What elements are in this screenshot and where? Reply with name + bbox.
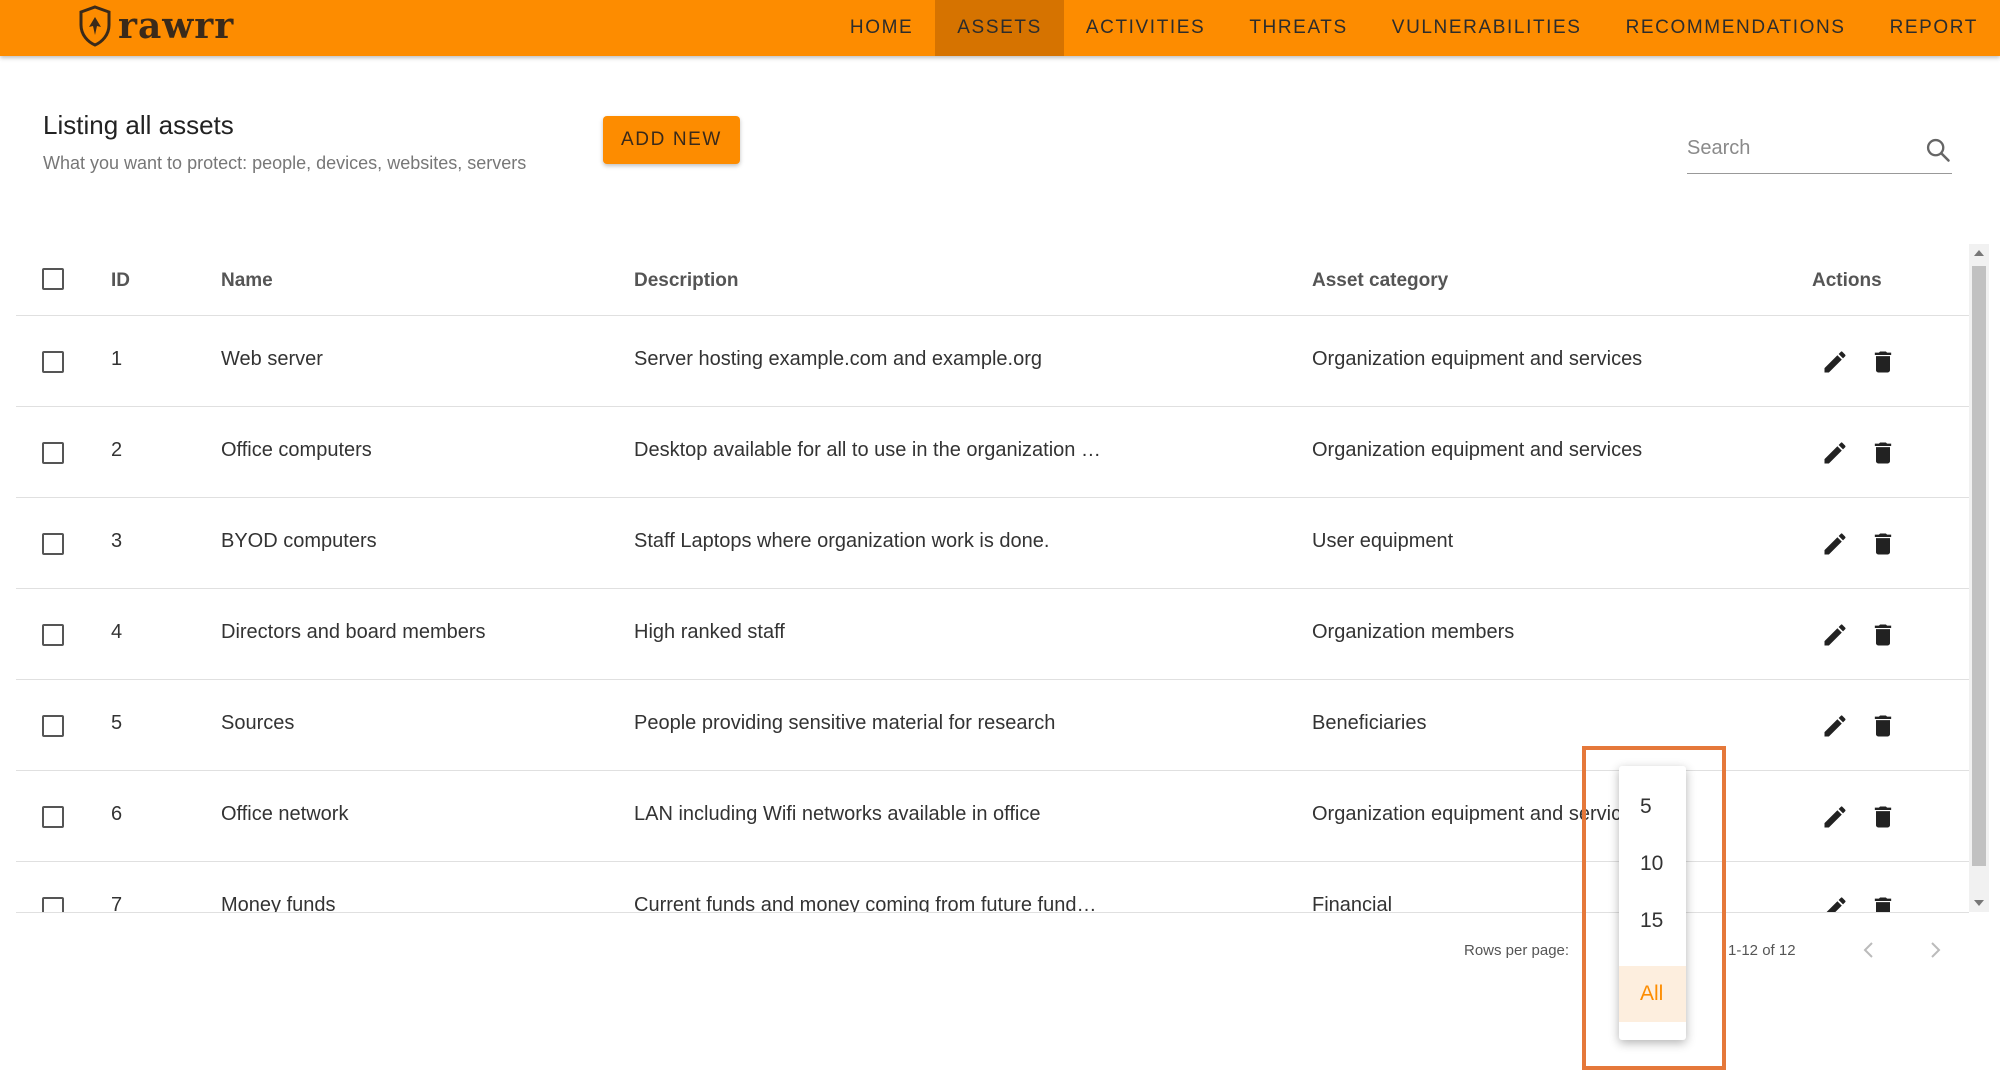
- nav-vulnerabilities[interactable]: VULNERABILITIES: [1370, 0, 1604, 56]
- table-row[interactable]: 4 Directors and board members High ranke…: [16, 589, 1969, 680]
- trash-icon[interactable]: [1869, 439, 1897, 467]
- column-header-description[interactable]: Description: [634, 270, 739, 292]
- cell-name: Office network: [221, 803, 349, 825]
- cell-name: Money funds: [221, 894, 336, 912]
- cell-name: Web server: [221, 348, 323, 370]
- cell-category: Organization equipment and services: [1312, 348, 1643, 370]
- nav-recommendations[interactable]: RECOMMENDATIONS: [1604, 0, 1868, 56]
- page-title: Listing all assets: [43, 110, 234, 140]
- cell-id: 5: [111, 712, 123, 734]
- nav-assets[interactable]: ASSETS: [935, 0, 1064, 56]
- cell-id: 4: [111, 621, 123, 643]
- cell-category: User equipment: [1312, 530, 1454, 552]
- top-app-bar: rawrr HOME ASSETS ACTIVITIES THREATS VUL…: [0, 0, 2000, 56]
- cell-name: Sources: [221, 712, 295, 734]
- trash-icon[interactable]: [1869, 530, 1897, 558]
- nav-report[interactable]: REPORT: [1868, 0, 2000, 56]
- chevron-right-icon[interactable]: [1923, 938, 1947, 962]
- cell-description: Server hosting example.com and example.o…: [634, 348, 1042, 370]
- column-header-id[interactable]: ID: [111, 270, 130, 292]
- pencil-icon[interactable]: [1821, 439, 1849, 467]
- scroll-down-arrow[interactable]: [1974, 900, 1984, 906]
- logo-text: rawrr: [118, 5, 235, 47]
- table-row[interactable]: 1 Web server Server hosting example.com …: [16, 316, 1969, 407]
- trash-icon[interactable]: [1869, 621, 1897, 649]
- scroll-thumb[interactable]: [1972, 266, 1986, 866]
- column-header-name[interactable]: Name: [221, 270, 273, 292]
- pencil-icon[interactable]: [1821, 803, 1849, 831]
- cell-name: BYOD computers: [221, 530, 377, 552]
- nav-threats[interactable]: THREATS: [1227, 0, 1369, 56]
- cell-description: People providing sensitive material for …: [634, 712, 1056, 734]
- nav-activities[interactable]: ACTIVITIES: [1064, 0, 1227, 56]
- add-new-button[interactable]: ADD NEW: [603, 116, 740, 164]
- select-all-checkbox[interactable]: [42, 268, 64, 290]
- trash-icon[interactable]: [1869, 348, 1897, 376]
- cell-category: Organization equipment and services: [1312, 439, 1643, 461]
- search-icon[interactable]: [1924, 136, 1952, 164]
- row-checkbox[interactable]: [42, 442, 64, 464]
- table-row[interactable]: 3 BYOD computers Staff Laptops where org…: [16, 498, 1969, 589]
- column-header-actions: Actions: [1812, 270, 1882, 291]
- row-checkbox[interactable]: [42, 806, 64, 828]
- app-logo[interactable]: rawrr: [78, 4, 234, 48]
- search-input[interactable]: [1687, 128, 1907, 168]
- pencil-icon[interactable]: [1821, 348, 1849, 376]
- trash-icon[interactable]: [1869, 712, 1897, 740]
- shield-logo-icon: [79, 5, 111, 47]
- pencil-icon[interactable]: [1821, 621, 1849, 649]
- cell-name: Office computers: [221, 439, 372, 461]
- table-row[interactable]: 2 Office computers Desktop available for…: [16, 407, 1969, 498]
- page-subtitle: What you want to protect: people, device…: [43, 153, 527, 173]
- cell-id: 7: [111, 894, 123, 912]
- cell-id: 1: [111, 348, 123, 370]
- rows-per-page-label: Rows per page:: [1464, 942, 1570, 959]
- chevron-left-icon[interactable]: [1857, 938, 1881, 962]
- pagination-range: 1-12 of 12: [1728, 942, 1796, 959]
- cell-description: Current funds and money coming from futu…: [634, 894, 1097, 912]
- nav-home[interactable]: HOME: [828, 0, 935, 56]
- cell-description: High ranked staff: [634, 621, 785, 643]
- row-checkbox[interactable]: [42, 624, 64, 646]
- trash-icon[interactable]: [1869, 803, 1897, 831]
- cell-category: Beneficiaries: [1312, 712, 1427, 734]
- cell-name: Directors and board members: [221, 621, 486, 643]
- cell-id: 2: [111, 439, 123, 461]
- search-field: [1687, 128, 1952, 174]
- pencil-icon[interactable]: [1821, 894, 1849, 912]
- scroll-up-arrow[interactable]: [1974, 250, 1984, 256]
- row-checkbox[interactable]: [42, 351, 64, 373]
- pencil-icon[interactable]: [1821, 530, 1849, 558]
- cell-id: 3: [111, 530, 123, 552]
- cell-category: Organization members: [1312, 621, 1515, 643]
- cell-description: LAN including Wifi networks available in…: [634, 803, 1041, 825]
- row-checkbox[interactable]: [42, 897, 64, 912]
- page-heading: Listing all assets What you want to prot…: [43, 110, 526, 174]
- column-header-category[interactable]: Asset category: [1312, 270, 1448, 292]
- row-checkbox[interactable]: [42, 533, 64, 555]
- trash-icon[interactable]: [1869, 894, 1897, 912]
- row-checkbox[interactable]: [42, 715, 64, 737]
- pencil-icon[interactable]: [1821, 712, 1849, 740]
- table-header: ID Name Description Asset category Actio…: [16, 244, 1969, 316]
- highlight-box: [1582, 746, 1726, 1070]
- table-scrollbar[interactable]: [1969, 244, 1989, 912]
- cell-description: Desktop available for all to use in the …: [634, 439, 1101, 461]
- main-nav: HOME ASSETS ACTIVITIES THREATS VULNERABI…: [828, 0, 2000, 56]
- cell-category: Financial: [1312, 894, 1393, 912]
- cell-description: Staff Laptops where organization work is…: [634, 530, 1050, 552]
- cell-id: 6: [111, 803, 123, 825]
